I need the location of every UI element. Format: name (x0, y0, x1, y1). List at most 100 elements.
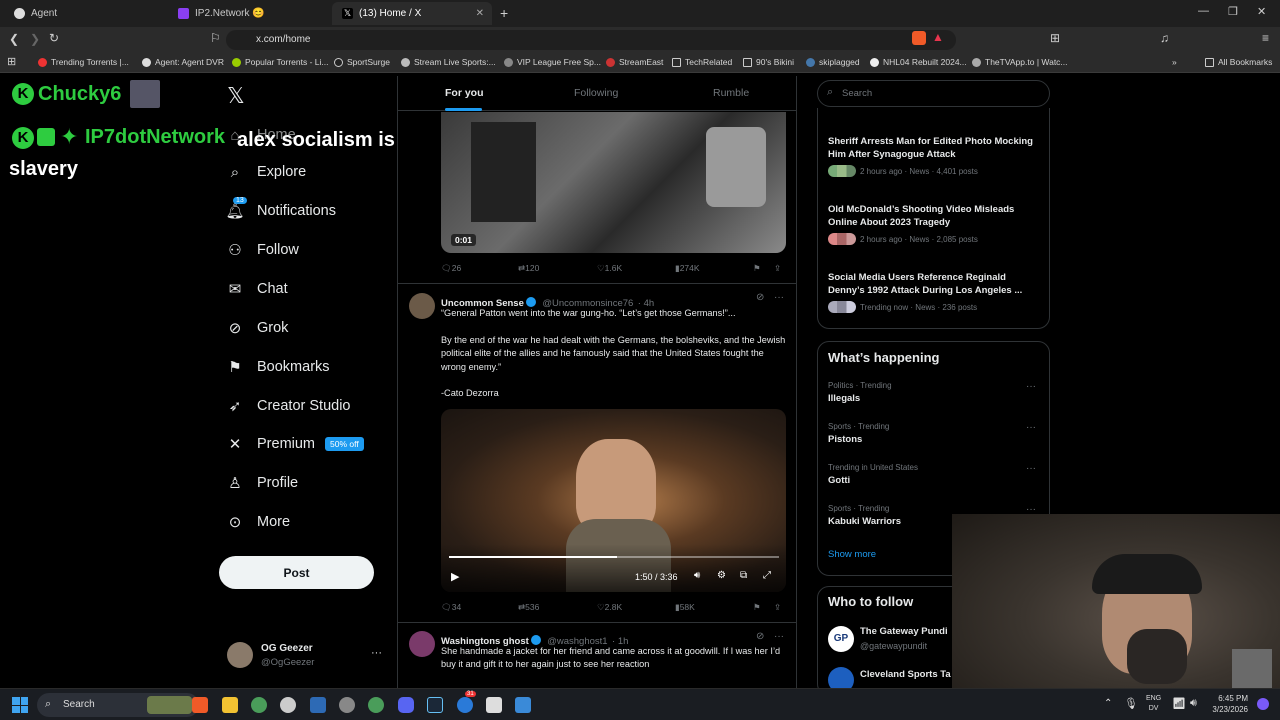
menu-icon[interactable]: ≡ (1262, 31, 1269, 45)
maximize-icon[interactable]: ❐ (1228, 5, 1238, 18)
trend-item[interactable]: Trending in United States Gotti ··· (828, 463, 1043, 486)
url-field[interactable]: x.com/home (226, 30, 956, 50)
follow-suggestion-name[interactable]: Cleveland Sports Ta (860, 669, 951, 680)
bookmark-item[interactable]: Trending Torrents |... (38, 57, 129, 67)
taskbar-search[interactable]: ⌕ Search (37, 693, 199, 717)
show-more-link[interactable]: Show more (828, 549, 876, 560)
share-icon[interactable]: ⇪ (774, 602, 781, 613)
tray-overflow-icon[interactable]: ⌃ (1104, 698, 1112, 709)
brave-app-icon[interactable] (192, 697, 208, 713)
share-icon[interactable]: ⇪ (774, 263, 781, 274)
forward-icon[interactable]: ❯ (30, 32, 40, 46)
nav-chat[interactable]: ✉ Chat (227, 275, 288, 303)
grok-icon[interactable]: ⊘ (756, 631, 764, 642)
nav-more[interactable]: ⊙ More (227, 508, 290, 536)
account-menu-icon[interactable]: ··· (371, 647, 382, 659)
close-window-icon[interactable]: ✕ (1257, 5, 1266, 18)
more-options-icon[interactable]: ··· (1026, 422, 1036, 433)
tab-following[interactable]: Following (574, 87, 618, 99)
avatar[interactable] (409, 293, 435, 319)
more-options-icon[interactable]: ··· (774, 631, 784, 642)
nav-notifications[interactable]: 🔔︎ 13 Notifications (225, 197, 336, 225)
clock[interactable]: 6:45 PM 3/23/2026 (1208, 693, 1248, 715)
bookmark-page-icon[interactable]: ⚐ (210, 31, 221, 45)
back-icon[interactable]: ❮ (9, 32, 19, 46)
search-input[interactable]: ⌕ Search (817, 80, 1050, 107)
bookmark-item[interactable]: SportSurge (334, 57, 390, 67)
bookmark-item[interactable]: VIP League Free Sp... (504, 57, 601, 67)
app-icon[interactable]: 31 (457, 691, 476, 713)
bookmark-item[interactable]: Agent: Agent DVR (142, 57, 224, 67)
bookmark-item[interactable]: Popular Torrents - Li... (232, 57, 328, 67)
video-player[interactable]: ▶ 1:50 / 3:36 🔊︎ ⚙ ⧉ ⤢ (441, 409, 786, 592)
repost-button[interactable]: ⇄ 120 (518, 263, 539, 274)
volume-icon[interactable]: 🔊︎ (1190, 697, 1197, 710)
tab-x-home[interactable]: 𝕏 (13) Home / X ✕ (332, 2, 492, 25)
fullscreen-icon[interactable]: ⤢ (763, 570, 771, 581)
news-item[interactable]: Old McDonald’s Shooting Video Misleads O… (828, 203, 1043, 245)
media-icon[interactable]: ♫ (1160, 31, 1169, 45)
bookmark-icon[interactable]: ⚑ (753, 602, 761, 613)
wifi-icon[interactable]: 📶︎ (1172, 697, 1186, 710)
app-icon[interactable] (368, 697, 384, 713)
nav-bookmarks[interactable]: ⚑ Bookmarks (227, 353, 329, 381)
grok-icon[interactable]: ⊘ (756, 292, 764, 303)
x-logo-icon[interactable]: 𝕏 (227, 83, 245, 109)
extension-icon[interactable]: ⊞ (1050, 31, 1060, 45)
discord-app-icon[interactable] (398, 697, 414, 713)
bookmark-item[interactable]: NHL04 Rebuilt 2024... (870, 57, 967, 67)
language-indicator[interactable]: ENG DV (1146, 694, 1161, 714)
news-item[interactable]: Social Media Users Reference Reginald De… (828, 271, 1043, 313)
pip-icon[interactable]: ⧉ (740, 570, 747, 581)
brave-shield-icon[interactable] (912, 31, 926, 45)
follow-suggestion-name[interactable]: The Gateway Pundi (860, 626, 948, 637)
app-icon[interactable] (280, 697, 296, 713)
nav-explore[interactable]: ⌕ Explore (227, 158, 306, 186)
like-button[interactable]: ♡ 1.6K (597, 263, 622, 274)
tab-rumble[interactable]: Rumble (713, 87, 749, 99)
nav-grok[interactable]: ⊘ Grok (227, 314, 289, 342)
bookmarks-overflow-icon[interactable]: » (1172, 57, 1177, 67)
nav-creator-studio[interactable]: ➶ Creator Studio (227, 392, 351, 420)
avatar[interactable] (409, 631, 435, 657)
tab-for-you[interactable]: For you (445, 87, 484, 99)
video-player[interactable]: 0:01 (441, 112, 786, 253)
settings-icon[interactable]: ⚙ (717, 570, 726, 581)
more-options-icon[interactable]: ··· (1026, 381, 1036, 392)
volume-icon[interactable]: 🔊︎ (694, 570, 700, 581)
more-options-icon[interactable]: ··· (774, 292, 784, 303)
timeline-feed[interactable]: For you Following Rumble 0:01 🗨︎ 26 ⇄ 12… (397, 76, 797, 688)
apps-grid-icon[interactable]: ⊞ (7, 55, 16, 68)
app-icon[interactable] (339, 697, 355, 713)
bookmark-folder[interactable]: TechRelated (672, 57, 732, 67)
news-item[interactable]: Sheriff Arrests Man for Edited Photo Moc… (828, 135, 1043, 177)
account-name[interactable]: OG Geezer (261, 643, 313, 654)
trend-item[interactable]: Politics · Trending Illegals ··· (828, 381, 1043, 404)
file-explorer-icon[interactable] (222, 697, 238, 713)
minimize-icon[interactable]: — (1198, 5, 1209, 17)
bookmark-icon[interactable]: ⚑ (753, 263, 761, 274)
bookmark-item[interactable]: Stream Live Sports:... (401, 57, 496, 67)
reload-icon[interactable]: ↻ (49, 31, 59, 45)
views-count[interactable]: ▮ 274K (675, 263, 700, 274)
microphone-icon[interactable]: 🎙︎ (1124, 697, 1138, 710)
nav-home[interactable]: ⌂ Home (227, 121, 295, 149)
like-button[interactable]: ♡ 2.8K (597, 602, 622, 613)
bookmark-folder[interactable]: 90's Bikini (743, 57, 794, 67)
views-count[interactable]: ▮ 58K (675, 602, 695, 613)
post-button[interactable]: Post (219, 556, 374, 589)
all-bookmarks-button[interactable]: All Bookmarks (1205, 57, 1272, 67)
repost-button[interactable]: ⇄ 536 (518, 602, 539, 613)
more-options-icon[interactable]: ··· (1026, 463, 1036, 474)
avatar[interactable]: GP (828, 626, 854, 652)
steam-app-icon[interactable] (427, 697, 443, 713)
app-icon[interactable] (515, 697, 531, 713)
nav-follow[interactable]: ⚇ Follow (227, 236, 299, 264)
windows-start-icon[interactable] (12, 697, 28, 713)
app-icon[interactable] (310, 697, 326, 713)
brave-rewards-icon[interactable]: ▲ (932, 30, 944, 44)
play-icon[interactable]: ▶ (451, 570, 459, 583)
nav-profile[interactable]: ♙ Profile (227, 469, 298, 497)
trend-item[interactable]: Sports · Trending Pistons ··· (828, 422, 1043, 445)
nav-premium[interactable]: ✕ Premium 50% off (227, 430, 364, 458)
